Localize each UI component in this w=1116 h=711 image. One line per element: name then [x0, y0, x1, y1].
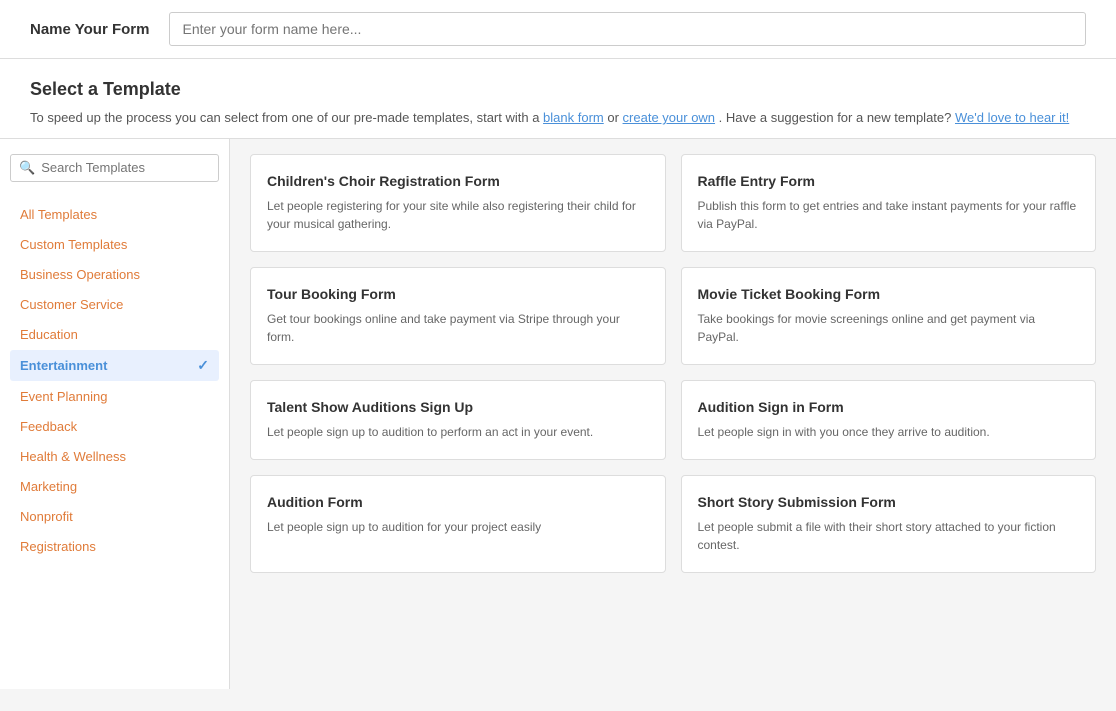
sidebar-item-business-operations[interactable]: Business Operations [10, 260, 219, 289]
template-card-desc: Publish this form to get entries and tak… [698, 197, 1080, 233]
nav-list: All Templates Custom Templates Business Op… [10, 200, 219, 561]
form-name-label: Name Your Form [30, 21, 149, 38]
template-grid: Children's Choir Registration Form Let pe… [230, 139, 1116, 689]
template-card-title: Audition Sign in Form [698, 399, 1080, 415]
search-box[interactable]: 🔍 [10, 154, 219, 182]
select-template-desc: To speed up the process you can select f… [30, 108, 1086, 128]
header-bar: Name Your Form [0, 0, 1116, 59]
blank-form-link[interactable]: blank form [543, 110, 604, 125]
check-icon: ✓ [197, 357, 209, 374]
sidebar-item-label: Business Operations [20, 267, 140, 282]
content-area: 🔍 All Templates Custom Templates Business … [0, 139, 1116, 689]
template-card-title: Talent Show Auditions Sign Up [267, 399, 649, 415]
hear-it-link[interactable]: We'd love to hear it! [955, 110, 1069, 125]
desc-middle: or [607, 110, 622, 125]
sidebar-item-label: Custom Templates [20, 237, 127, 252]
template-card[interactable]: Talent Show Auditions Sign Up Let people … [250, 380, 666, 460]
sidebar-item-health--wellness[interactable]: Health & Wellness [10, 442, 219, 471]
sidebar-item-nonprofit[interactable]: Nonprofit [10, 502, 219, 531]
sidebar-item-entertainment[interactable]: Entertainment ✓ [10, 350, 219, 381]
sidebar-item-label: Health & Wellness [20, 449, 126, 464]
form-name-input[interactable] [169, 12, 1086, 46]
search-input[interactable] [41, 160, 210, 175]
sidebar-item-label: Nonprofit [20, 509, 73, 524]
template-card[interactable]: Raffle Entry Form Publish this form to ge… [681, 154, 1097, 252]
template-card-title: Children's Choir Registration Form [267, 173, 649, 189]
template-card-desc: Get tour bookings online and take paymen… [267, 310, 649, 346]
template-card-desc: Let people sign in with you once they ar… [698, 423, 1080, 441]
desc-prefix: To speed up the process you can select f… [30, 110, 543, 125]
template-card-title: Movie Ticket Booking Form [698, 286, 1080, 302]
create-your-own-link[interactable]: create your own [623, 110, 716, 125]
sidebar-item-marketing[interactable]: Marketing [10, 472, 219, 501]
template-card[interactable]: Audition Form Let people sign up to audit… [250, 475, 666, 573]
sidebar-item-registrations[interactable]: Registrations [10, 532, 219, 561]
sidebar-item-feedback[interactable]: Feedback [10, 412, 219, 441]
template-card[interactable]: Audition Sign in Form Let people sign in … [681, 380, 1097, 460]
template-card-desc: Let people submit a file with their shor… [698, 518, 1080, 554]
template-card-desc: Take bookings for movie screenings onlin… [698, 310, 1080, 346]
template-card-title: Tour Booking Form [267, 286, 649, 302]
template-card-title: Audition Form [267, 494, 649, 510]
select-template-section: Select a Template To speed up the proces… [0, 59, 1116, 139]
template-card[interactable]: Short Story Submission Form Let people su… [681, 475, 1097, 573]
search-icon: 🔍 [19, 160, 35, 176]
select-template-title: Select a Template [30, 79, 1086, 100]
sidebar-item-label: Marketing [20, 479, 77, 494]
sidebar-item-customer-service[interactable]: Customer Service [10, 290, 219, 319]
sidebar-item-label: Customer Service [20, 297, 123, 312]
template-card[interactable]: Tour Booking Form Get tour bookings onlin… [250, 267, 666, 365]
sidebar-item-event-planning[interactable]: Event Planning [10, 382, 219, 411]
sidebar-item-label: Feedback [20, 419, 77, 434]
sidebar-item-education[interactable]: Education [10, 320, 219, 349]
template-card[interactable]: Movie Ticket Booking Form Take bookings f… [681, 267, 1097, 365]
sidebar-item-label: Education [20, 327, 78, 342]
sidebar-item-custom-templates[interactable]: Custom Templates [10, 230, 219, 259]
template-card-title: Raffle Entry Form [698, 173, 1080, 189]
sidebar-item-label: Event Planning [20, 389, 107, 404]
sidebar: 🔍 All Templates Custom Templates Business … [0, 139, 230, 689]
sidebar-item-label: Entertainment [20, 358, 107, 373]
template-card-desc: Let people sign up to audition for your … [267, 518, 649, 536]
template-card-title: Short Story Submission Form [698, 494, 1080, 510]
template-card-desc: Let people registering for your site whi… [267, 197, 649, 233]
template-card[interactable]: Children's Choir Registration Form Let pe… [250, 154, 666, 252]
sidebar-item-all-templates[interactable]: All Templates [10, 200, 219, 229]
sidebar-item-label: Registrations [20, 539, 96, 554]
sidebar-item-label: All Templates [20, 207, 97, 222]
template-card-desc: Let people sign up to audition to perfor… [267, 423, 649, 441]
desc-suffix: . Have a suggestion for a new template? [719, 110, 955, 125]
